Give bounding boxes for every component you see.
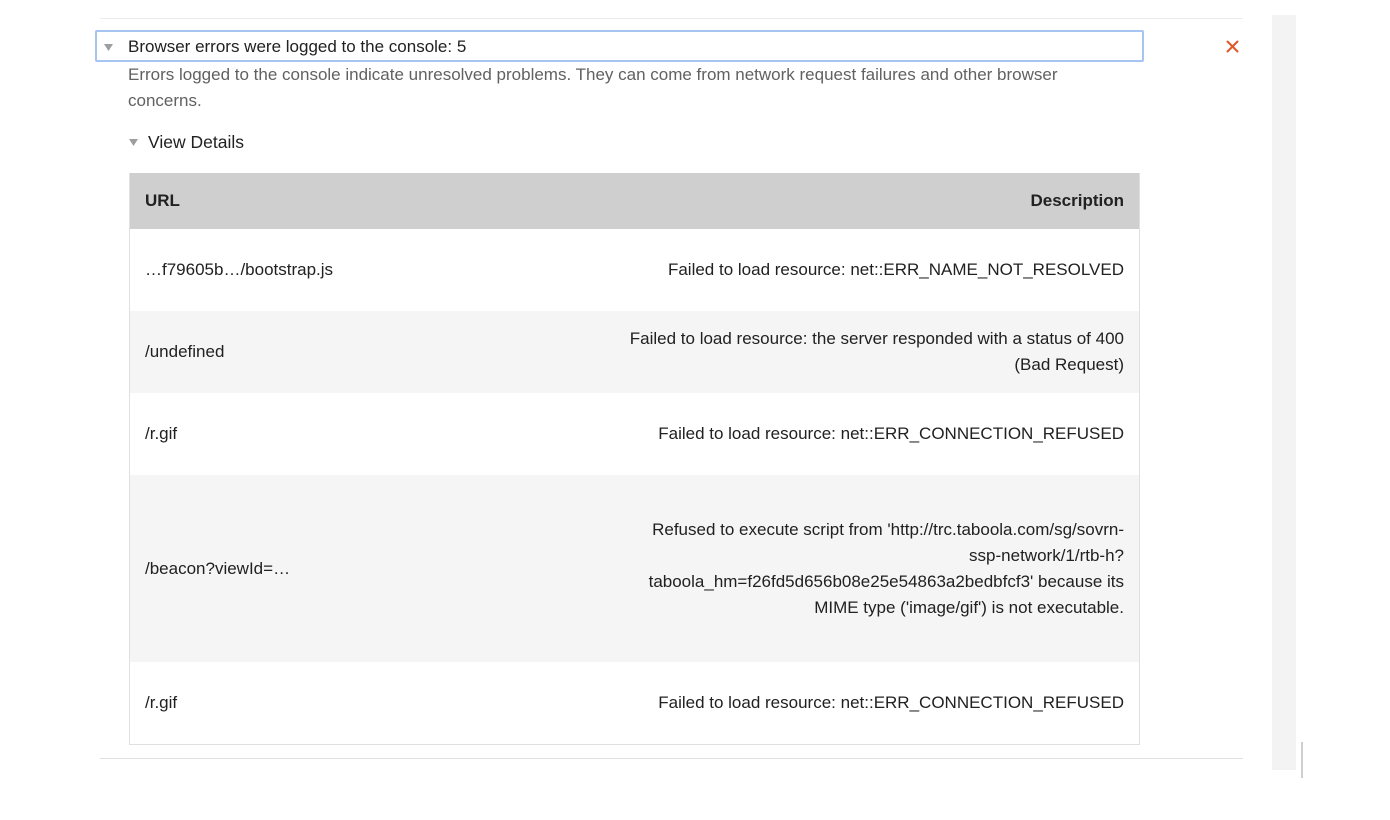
cell-url: …f79605b…/bootstrap.js bbox=[145, 260, 334, 279]
audit-description: Errors logged to the console indicate un… bbox=[128, 65, 1058, 110]
view-details-toggle[interactable]: View Details bbox=[128, 130, 244, 154]
close-icon bbox=[1226, 40, 1238, 52]
scrollbar-track[interactable] bbox=[1272, 15, 1296, 770]
cell-url: /undefined bbox=[145, 342, 225, 361]
cell-url: /r.gif bbox=[145, 424, 178, 443]
view-details-label: View Details bbox=[148, 132, 244, 152]
bottom-divider bbox=[100, 758, 1243, 759]
audit-summary-toggle[interactable]: Browser errors were logged to the consol… bbox=[95, 30, 1144, 62]
table-header: URL Description bbox=[130, 173, 1139, 229]
cell-description: Failed to load resource: net::ERR_CONNEC… bbox=[658, 693, 1124, 712]
scrollbar-thumb[interactable] bbox=[1301, 742, 1303, 778]
table-row: …f79605b…/bootstrap.js Failed to load re… bbox=[130, 229, 1139, 311]
cell-description: Failed to load resource: the server resp… bbox=[629, 329, 1124, 374]
top-divider bbox=[100, 18, 1243, 19]
audit-title: Browser errors were logged to the consol… bbox=[128, 37, 467, 56]
table-row: /r.gif Failed to load resource: net::ERR… bbox=[130, 393, 1139, 475]
cell-description: Failed to load resource: net::ERR_CONNEC… bbox=[658, 424, 1124, 443]
caret-down-icon bbox=[103, 42, 113, 52]
cell-url: /r.gif bbox=[145, 693, 178, 712]
details-table: URL Description …f79605b…/bootstrap.js F… bbox=[129, 173, 1140, 745]
cell-url: /beacon?viewId=… bbox=[145, 558, 291, 578]
table-row: /beacon?viewId=… Refused to execute scri… bbox=[130, 475, 1139, 662]
cell-description: Refused to execute script from 'http://t… bbox=[648, 519, 1124, 617]
table-row: /r.gif Failed to load resource: net::ERR… bbox=[130, 662, 1139, 744]
close-button[interactable] bbox=[1220, 34, 1244, 58]
audit-page: Browser errors were logged to the consol… bbox=[0, 0, 1390, 820]
cell-description: Failed to load resource: net::ERR_NAME_N… bbox=[667, 260, 1124, 279]
table-row: /undefined Failed to load resource: the … bbox=[130, 311, 1139, 393]
column-header-description: Description bbox=[1030, 191, 1124, 210]
column-header-url: URL bbox=[145, 191, 180, 210]
caret-down-icon bbox=[128, 137, 138, 147]
